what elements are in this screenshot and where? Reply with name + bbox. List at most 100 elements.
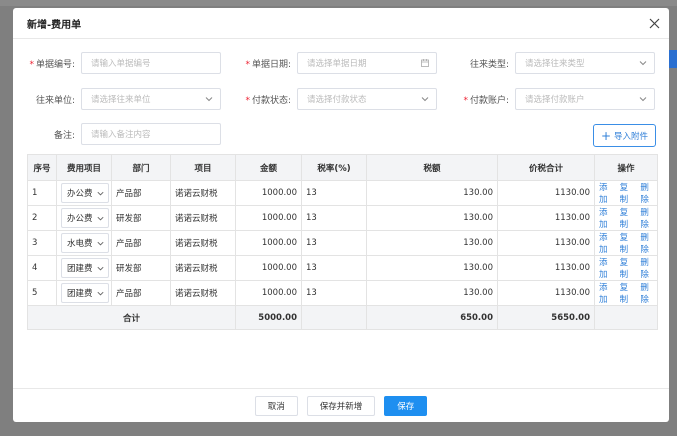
chevron-down-icon [97,241,104,245]
cell-ops: 添加 复制 删除 [594,230,658,256]
cell-rate[interactable]: 13 [301,230,367,256]
required-mark: * [463,95,468,106]
field-remark: 备注: 请输入备注内容 [13,123,221,145]
cell-rate[interactable]: 13 [301,205,367,231]
total-tax: 650.00 [366,305,498,330]
total-sum: 5650.00 [497,305,595,330]
cell-tax: 130.00 [366,230,498,256]
doc-no-label: 单据编号: [35,59,75,70]
cell-item: 办公费 [56,180,112,206]
copy-row-link[interactable]: 复制 [620,206,633,230]
import-attachment-label: 导入附件 [614,131,649,142]
cell-project: 诺诺云财税 [170,280,236,306]
cell-total: 1130.00 [497,205,595,231]
delete-row-link[interactable]: 删除 [640,281,653,305]
save-button[interactable]: 保存 [384,395,428,416]
chevron-down-icon [97,191,104,195]
add-row-link[interactable]: 添加 [599,206,612,230]
pay-status-label: 付款状态: [251,95,291,106]
required-mark: * [29,59,34,70]
field-pay-account: * 付款账户: 请选择付款账户 [447,88,655,110]
cell-no: 2 [27,205,57,231]
delete-row-link[interactable]: 删除 [640,181,653,205]
cell-total: 1130.00 [497,280,595,306]
chevron-down-icon [205,97,213,102]
table-row: 5 团建费 产品部 诺诺云财税 1000.00 13 130.00 1130.00 添加 复制 删除 [27,280,658,306]
cell-item: 办公费 [56,205,112,231]
cell-amount[interactable]: 1000.00 [235,280,302,306]
copy-row-link[interactable]: 复制 [620,256,633,280]
cell-item: 团建费 [56,280,112,306]
remark-input[interactable]: 请输入备注内容 [81,123,221,145]
field-partner-type: 往来类型: 请选择往来类型 [447,52,655,74]
expense-table: 序号 费用项目 部门 项目 金额 税率(%) 税额 价税合计 操作 1 办公费 产品… [27,154,658,330]
cell-ops: 添加 复制 删除 [594,205,658,231]
doc-date-input[interactable]: 请选择单据日期 [297,52,437,74]
expense-item-select[interactable]: 团建费 [61,283,109,303]
table-row: 4 团建费 研发部 诺诺云财税 1000.00 13 130.00 1130.00 添加 复制 删除 [27,255,658,281]
import-attachment-button[interactable]: + 导入附件 [593,124,656,147]
col-header-dept: 部门 [111,154,171,181]
expense-item-select[interactable]: 团建费 [61,258,109,278]
cell-no: 5 [27,280,57,306]
cell-no: 1 [27,180,57,206]
field-pay-status: * 付款状态: 请选择付款状态 [229,88,437,110]
cell-total: 1130.00 [497,180,595,206]
cell-rate[interactable]: 13 [301,280,367,306]
cell-rate[interactable]: 13 [301,255,367,281]
chevron-down-icon [97,266,104,270]
chevron-down-icon [421,97,429,102]
calendar-icon [421,59,429,67]
cancel-button[interactable]: 取消 [254,395,298,416]
cell-project: 诺诺云财税 [170,255,236,281]
delete-row-link[interactable]: 删除 [640,256,653,280]
cell-amount[interactable]: 1000.00 [235,255,302,281]
col-header-total: 价税合计 [497,154,595,181]
cell-amount[interactable]: 1000.00 [235,230,302,256]
delete-row-link[interactable]: 删除 [640,231,653,255]
add-row-link[interactable]: 添加 [599,181,612,205]
col-header-ops: 操作 [594,154,658,181]
partner-unit-select[interactable]: 请选择往来单位 [81,88,221,110]
expense-item-select[interactable]: 水电费 [61,233,109,253]
add-row-link[interactable]: 添加 [599,281,612,305]
plus-icon: + [600,128,612,143]
table-row: 3 水电费 产品部 诺诺云财税 1000.00 13 130.00 1130.00 添加 复制 删除 [27,230,658,256]
pay-status-select[interactable]: 请选择付款状态 [297,88,437,110]
pay-account-select[interactable]: 请选择付款账户 [515,88,655,110]
cell-dept: 研发部 [111,255,171,281]
cell-no: 4 [27,255,57,281]
cell-amount[interactable]: 1000.00 [235,180,302,206]
chevron-down-icon [639,97,647,102]
modal-header: 新增-费用单 [13,8,669,39]
cell-dept: 产品部 [111,180,171,206]
add-row-link[interactable]: 添加 [599,231,612,255]
cell-tax: 130.00 [366,280,498,306]
copy-row-link[interactable]: 复制 [620,181,633,205]
copy-row-link[interactable]: 复制 [620,281,633,305]
col-header-project: 项目 [170,154,236,181]
cell-project: 诺诺云财税 [170,230,236,256]
expense-item-select[interactable]: 办公费 [61,208,109,228]
cell-dept: 产品部 [111,280,171,306]
close-icon[interactable] [647,16,661,30]
cell-amount[interactable]: 1000.00 [235,205,302,231]
partner-type-select[interactable]: 请选择往来类型 [515,52,655,74]
field-doc-no: * 单据编号: 请输入单据编号 [13,52,221,74]
modal-footer: 取消 保存并新增 保存 [13,388,669,422]
doc-no-input[interactable]: 请输入单据编号 [81,52,221,74]
required-mark: * [245,59,250,70]
expense-item-select[interactable]: 办公费 [61,183,109,203]
pay-account-label: 付款账户: [469,95,509,106]
add-row-link[interactable]: 添加 [599,256,612,280]
delete-row-link[interactable]: 删除 [640,206,653,230]
save-and-new-button[interactable]: 保存并新增 [306,395,376,416]
copy-row-link[interactable]: 复制 [620,231,633,255]
cell-tax: 130.00 [366,205,498,231]
cell-rate[interactable]: 13 [301,180,367,206]
cell-project: 诺诺云财税 [170,180,236,206]
field-partner-unit: 往来单位: 请选择往来单位 [13,88,221,110]
expense-modal: 新增-费用单 * 单据编号: 请输入单据编号 * 单据日期: 请选择单据日期 往来类… [13,8,669,422]
col-header-tax: 税额 [366,154,498,181]
table-row: 2 办公费 研发部 诺诺云财税 1000.00 13 130.00 1130.00 添加 复制 删除 [27,205,658,231]
